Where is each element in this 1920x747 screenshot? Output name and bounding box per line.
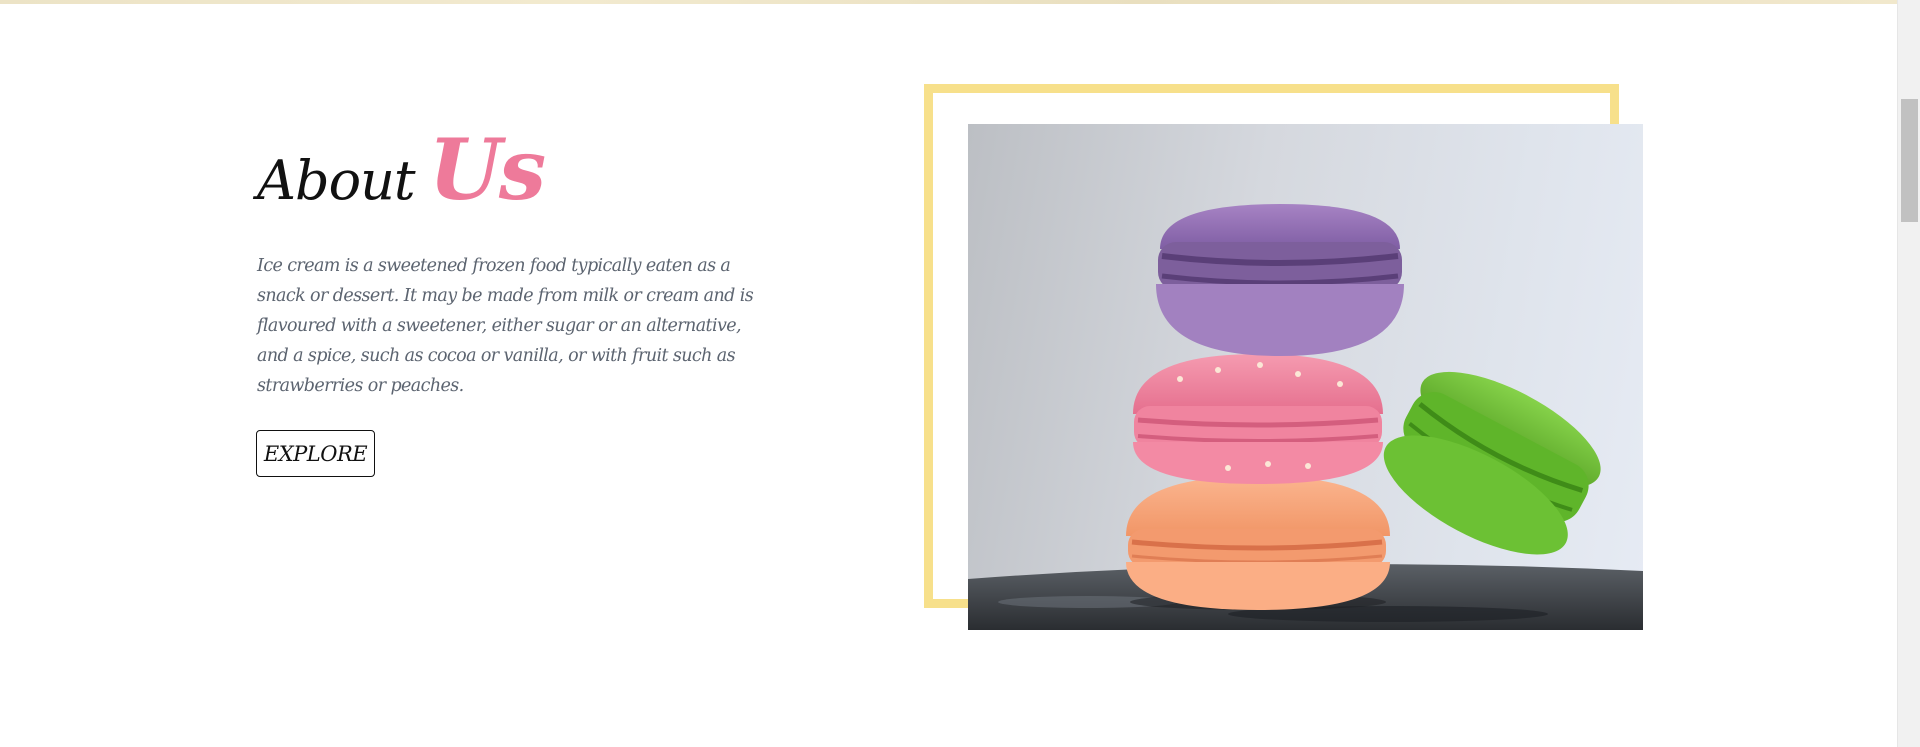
purple-macaron — [1156, 204, 1404, 356]
peach-macaron — [1126, 476, 1390, 610]
scrollbar-thumb[interactable] — [1901, 99, 1918, 222]
page-scrollbar[interactable] — [1897, 0, 1920, 747]
top-decorative-strip — [0, 0, 1898, 4]
explore-button[interactable]: EXPLORE — [256, 430, 375, 477]
about-title-word: About — [257, 149, 416, 212]
macarons-photo — [968, 124, 1643, 630]
about-description: Ice cream is a sweetened frozen food typ… — [257, 256, 754, 396]
green-macaron — [1383, 371, 1601, 555]
pink-macaron — [1133, 354, 1383, 484]
about-title-accent-word: Us — [428, 120, 547, 219]
about-title: About Us — [257, 128, 546, 212]
